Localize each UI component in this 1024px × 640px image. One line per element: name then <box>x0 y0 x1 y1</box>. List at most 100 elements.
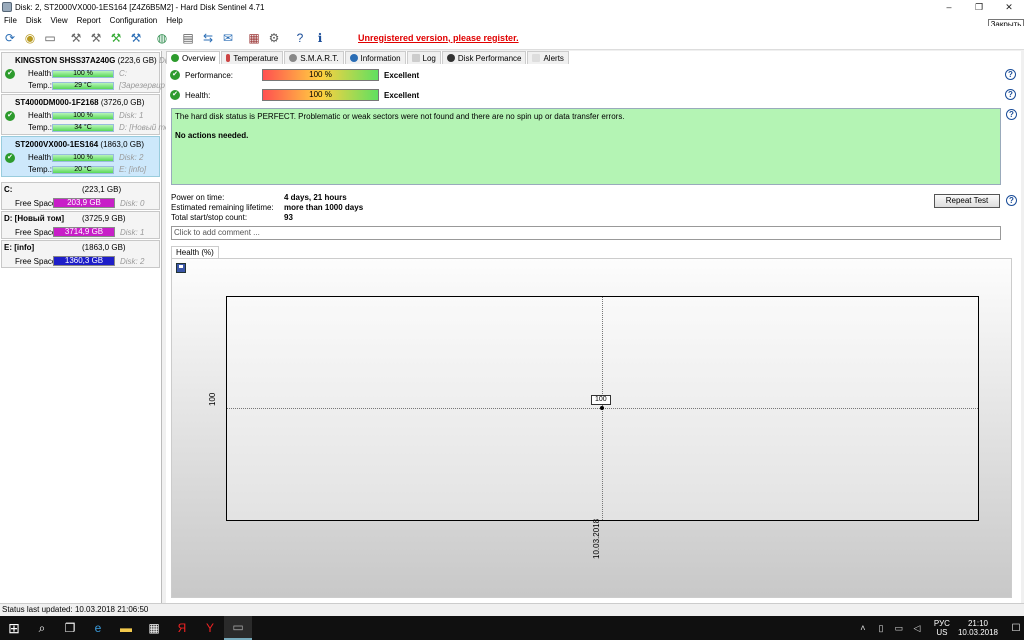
status-description: The hard disk status is PERFECT. Problem… <box>171 108 1001 185</box>
start-icon[interactable]: ⊞ <box>0 616 28 640</box>
disk-size: (223,6 GB) <box>117 56 157 65</box>
menu-view[interactable]: View <box>50 16 67 25</box>
tab-log[interactable]: Log <box>406 51 441 64</box>
tray-expand-icon[interactable]: ˄ <box>856 623 870 633</box>
refresh-icon[interactable]: ⟳ <box>2 30 18 46</box>
disk-item-0[interactable]: KINGSTON SHSS37A240G (223,6 GB) Disk: 0 … <box>1 52 183 93</box>
repeat-test-button[interactable]: Repeat Test <box>934 194 1000 208</box>
surface-test-icon[interactable]: ⚒ <box>68 30 84 46</box>
yandex-icon[interactable]: Я <box>168 616 196 640</box>
power-on-value: 4 days, 21 hours <box>284 193 347 202</box>
disk-name: ST4000DM000-1F2168 <box>15 98 99 107</box>
power-on-label: Power on time: <box>171 193 225 202</box>
tab-information[interactable]: Information <box>344 51 406 64</box>
language-indicator[interactable]: РУС US <box>934 619 950 637</box>
settings-icon[interactable]: ⚙ <box>266 30 282 46</box>
task-view-icon[interactable]: ❐ <box>56 616 84 640</box>
comment-input[interactable]: Click to add comment ... <box>171 226 1001 240</box>
tab-overview[interactable]: Overview <box>166 51 221 64</box>
search-icon[interactable]: ⌕ <box>28 616 56 640</box>
toolbar: ⟳ ◉ ▭ ⚒ ⚒ ⚒ ⚒ ◍ ▤ ⇆ ✉ ▦ ⚙ ? ℹ Unregister… <box>0 26 1024 50</box>
globe-icon[interactable]: ◍ <box>154 30 170 46</box>
menu-report[interactable]: Report <box>77 16 101 25</box>
performance-rating: Excellent <box>384 71 420 80</box>
register-link[interactable]: Unregistered version, please register. <box>358 33 519 43</box>
help-icon[interactable]: ? <box>292 30 308 46</box>
disk-info-icon[interactable]: ◉ <box>22 30 38 46</box>
tab-health-chart[interactable]: Health (%) <box>171 246 219 258</box>
health-bar: 100 % <box>52 70 114 78</box>
log-icon <box>411 54 420 62</box>
free-space-label: Free Space <box>15 199 57 208</box>
extended-test-icon[interactable]: ⚒ <box>108 30 124 46</box>
tab-label: Alerts <box>543 53 564 63</box>
volume-icon[interactable]: ◁ <box>910 623 924 634</box>
clock[interactable]: 21:10 10.03.2018 <box>958 619 998 637</box>
menu-help[interactable]: Help <box>166 16 182 25</box>
volume-item-0[interactable]: C: (223,1 GB) Free Space 203,9 GB Disk: … <box>1 182 160 210</box>
menu-file[interactable]: File <box>4 16 17 25</box>
disk-item-2[interactable]: ST2000VX000-1ES164 (1863,0 GB) ✔ Health:… <box>1 136 160 177</box>
title-bar: Disk: 2, ST2000VX000-1ES164 [Z4Z6B5M2] -… <box>0 0 1024 14</box>
restore-button[interactable]: ❐ <box>964 0 994 14</box>
send-mail-icon[interactable]: ✉ <box>220 30 236 46</box>
layout-label: US <box>936 628 948 637</box>
close-button[interactable]: ✕ <box>994 0 1024 14</box>
volume-item-1[interactable]: D: [Новый том] (3725,9 GB) Free Space 37… <box>1 211 160 239</box>
yandex-browser-icon[interactable]: Y <box>196 616 224 640</box>
disk-drive-letter: C: <box>119 69 127 78</box>
ok-check-icon: ✔ <box>5 153 15 163</box>
menu-disk[interactable]: Disk <box>26 16 42 25</box>
volume-item-2[interactable]: E: [info] (1863,0 GB) Free Space 1360,3 … <box>1 240 160 268</box>
temp-bar: 29 °C <box>52 82 114 90</box>
volume-disk: Disk: 1 <box>120 228 145 237</box>
app-icon <box>2 2 12 12</box>
save-icon[interactable] <box>176 263 186 273</box>
health-label: Health: <box>28 111 54 120</box>
performance-bar: 100 % <box>262 69 379 81</box>
taskbar: ⊞ ⌕ ❐ e ▬ ▦ Я Y ▭ ˄ ▯ ▭ ◁ РУС US 21:10 10.… <box>0 616 1024 640</box>
send-report-icon[interactable]: ⇆ <box>200 30 216 46</box>
volume-size: (1863,0 GB) <box>82 243 126 252</box>
disk-size: (1863,0 GB) <box>100 140 144 149</box>
menu-bar: File Disk View Report Configuration Help <box>0 14 1024 26</box>
help-icon[interactable]: ? <box>1006 195 1017 206</box>
report-icon[interactable]: ▤ <box>180 30 196 46</box>
temp-bar: 34 °C <box>52 124 114 132</box>
drive-icon[interactable]: ▭ <box>892 623 906 634</box>
y-tick-label: 100 <box>208 392 217 406</box>
disk-size: (3726,0 GB) <box>100 98 145 107</box>
temp-label: Temp.: <box>28 123 53 132</box>
store-icon[interactable]: ▦ <box>140 616 168 640</box>
minimize-button[interactable]: – <box>934 0 964 14</box>
disk-volume-name: E: [info] <box>119 165 147 174</box>
system-tray: ˄ ▯ ▭ ◁ РУС US 21:10 10.03.2018 ☐ <box>854 616 1024 640</box>
free-space-label: Free Space <box>15 257 57 266</box>
help-icon[interactable]: ? <box>1005 89 1016 100</box>
performance-icon <box>446 54 455 62</box>
performance-row: ✔ Performance: 100 % Excellent ? <box>170 69 1020 81</box>
edge-icon[interactable]: e <box>84 616 112 640</box>
temp-label: Temp.: <box>28 81 53 90</box>
tab-temperature[interactable]: Temperature <box>221 51 284 64</box>
short-test-icon[interactable]: ⚒ <box>88 30 104 46</box>
temp-label: Temp.: <box>28 165 53 174</box>
disk-status-icon[interactable]: ▭ <box>42 30 58 46</box>
conveyance-test-icon[interactable]: ⚒ <box>128 30 144 46</box>
file-explorer-icon[interactable]: ▬ <box>112 616 140 640</box>
disk-item-1[interactable]: ST4000DM000-1F2168 (3726,0 GB) ✔ Health:… <box>1 94 175 135</box>
tab-smart[interactable]: S.M.A.R.T. <box>284 51 344 64</box>
about-icon[interactable]: ℹ <box>312 30 328 46</box>
notification-icon[interactable]: ☐ <box>1008 623 1024 634</box>
help-icon[interactable]: ? <box>1005 69 1016 80</box>
tab-disk-performance[interactable]: Disk Performance <box>441 51 527 64</box>
network-icon[interactable]: ▯ <box>874 623 888 634</box>
volume-disk: Disk: 2 <box>120 257 145 266</box>
help-icon[interactable]: ? <box>1006 109 1017 120</box>
volume-disk: Disk: 0 <box>120 199 145 208</box>
tab-alerts[interactable]: Alerts <box>527 51 569 64</box>
menu-configuration[interactable]: Configuration <box>110 16 158 25</box>
hard-disk-sentinel-taskbar-icon[interactable]: ▭ <box>224 616 252 640</box>
statistics-icon[interactable]: ▦ <box>246 30 262 46</box>
startstop-value: 93 <box>284 213 293 222</box>
